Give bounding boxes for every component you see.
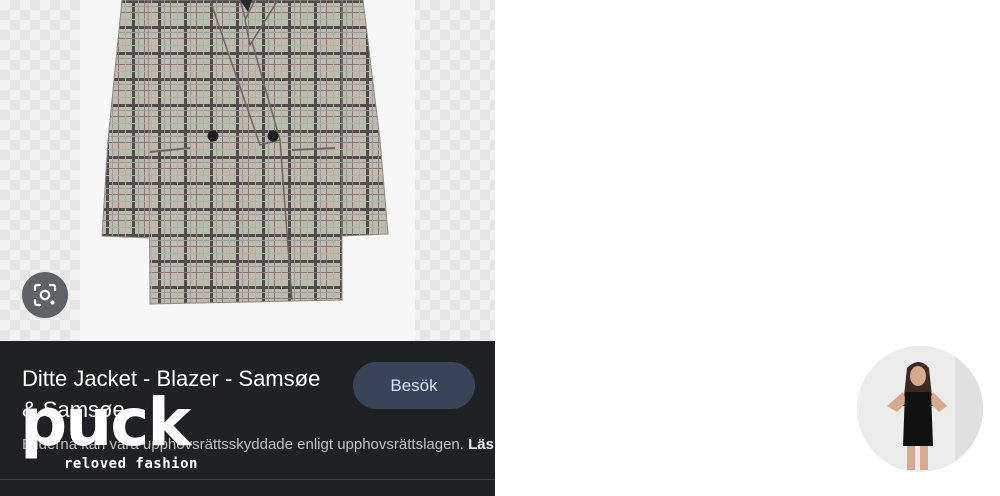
brand-tagline: reloved fashion (64, 456, 198, 472)
person-photo (857, 346, 983, 472)
image-preview (0, 0, 495, 341)
puck-watermark-logo: puck reloved fashion (20, 388, 200, 480)
lens-search-button[interactable] (22, 272, 68, 318)
read-more-link[interactable]: Läs mer (468, 436, 495, 453)
google-lens-icon (33, 283, 57, 307)
product-image-blazer (80, 0, 415, 341)
presenter-avatar[interactable] (857, 346, 983, 472)
visit-button[interactable]: Besök (353, 362, 475, 409)
blazer-illustration (101, 0, 389, 305)
brand-wordmark: puck (20, 384, 191, 461)
